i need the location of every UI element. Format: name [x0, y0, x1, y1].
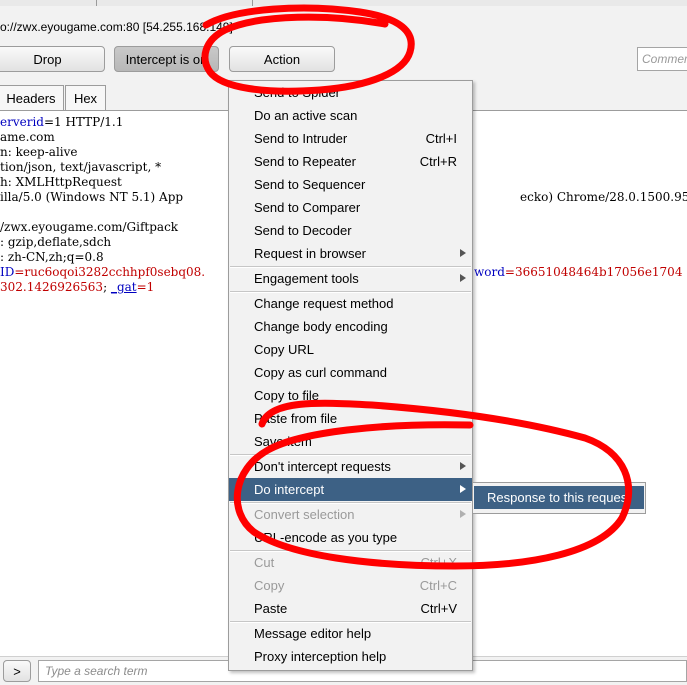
menu-item-label: Cut: [254, 555, 275, 570]
menu-item-send-to-decoder[interactable]: Send to Decoder: [229, 219, 472, 242]
comment-field[interactable]: Comment: [637, 47, 687, 71]
menu-item-message-editor-help[interactable]: Message editor help: [229, 622, 472, 645]
menu-item-send-to-intruder[interactable]: Send to Intruder Ctrl+I: [229, 127, 472, 150]
request-target-host: o://zwx.eyougame.com:80 [54.255.168.149]: [0, 20, 233, 34]
menu-item-label: Copy URL: [254, 342, 314, 357]
menu-item-copy[interactable]: Copy Ctrl+C: [229, 574, 472, 597]
menu-item-active-scan[interactable]: Do an active scan: [229, 104, 472, 127]
menu-item-label: Change request method: [254, 296, 394, 311]
param-name: ID: [0, 265, 15, 279]
intercept-toolbar: Drop Intercept is on Action Comment: [0, 42, 687, 82]
menu-item-label: Send to Spider: [254, 85, 341, 100]
param-value: =1: [136, 280, 155, 294]
header-line: tion/json, text/javascript, *: [0, 160, 162, 174]
submenu-arrow-icon: [460, 510, 466, 518]
menu-item-save-item[interactable]: Save item: [229, 430, 472, 453]
menu-item-convert-selection[interactable]: Convert selection: [229, 503, 472, 526]
menu-item-send-to-sequencer[interactable]: Send to Sequencer: [229, 173, 472, 196]
menu-item-label: Paste from file: [254, 411, 338, 426]
shortcut-label: Ctrl+X: [420, 555, 457, 570]
menu-item-label: Do an active scan: [254, 108, 358, 123]
shortcut-label: Ctrl+V: [420, 601, 457, 616]
menu-item-label: Request in browser: [254, 246, 366, 261]
shortcut-label: Ctrl+C: [419, 578, 457, 593]
param-name: _gat: [110, 280, 137, 294]
menu-item-label: Send to Decoder: [254, 223, 352, 238]
do-intercept-submenu: Response to this request: [472, 482, 646, 514]
menu-item-label: Do intercept: [254, 482, 325, 497]
menu-item-send-to-comparer[interactable]: Send to Comparer: [229, 196, 472, 219]
menu-item-copy-url[interactable]: Copy URL: [229, 338, 472, 361]
header-line: : gzip,deflate,sdch: [0, 235, 112, 249]
tab-hex[interactable]: Hex: [65, 85, 106, 110]
header-text: illa/5.0 (Windows NT 5.1) App: [0, 190, 184, 204]
drop-button[interactable]: Drop: [0, 46, 105, 72]
menu-item-change-body-encoding[interactable]: Change body encoding: [229, 315, 472, 338]
action-context-menu: Send to Spider Do an active scan Send to…: [228, 80, 473, 671]
menu-item-label: Proxy interception help: [254, 649, 387, 664]
menu-item-send-to-repeater[interactable]: Send to Repeater Ctrl+R: [229, 150, 472, 173]
separator-text: ;: [103, 280, 111, 294]
menu-item-label: Convert selection: [254, 507, 355, 522]
menu-item-label: Change body encoding: [254, 319, 388, 334]
submenu-arrow-icon: [460, 462, 466, 470]
menu-item-dont-intercept[interactable]: Don't intercept requests: [229, 455, 472, 478]
menu-item-change-request-method[interactable]: Change request method: [229, 292, 472, 315]
header-line: illa/5.0 (Windows NT 5.1) App ecko) Chrom…: [0, 190, 687, 205]
menu-item-url-encode[interactable]: URL-encode as you type: [229, 526, 472, 549]
menu-item-cut[interactable]: Cut Ctrl+X: [229, 551, 472, 574]
menu-item-engagement-tools[interactable]: Engagement tools: [229, 267, 472, 290]
header-text: ecko) Chrome/28.0.1500.95 S: [520, 190, 687, 204]
request-line-text: =1 HTTP/1.1: [43, 115, 124, 129]
target-bar: o://zwx.eyougame.com:80 [54.255.168.149]: [0, 6, 687, 43]
menu-item-copy-as-curl[interactable]: Copy as curl command: [229, 361, 472, 384]
menu-item-label: Send to Repeater: [254, 154, 356, 169]
menu-item-label: Don't intercept requests: [254, 459, 391, 474]
next-button[interactable]: >: [3, 660, 31, 682]
header-line: h: XMLHttpRequest: [0, 175, 122, 189]
header-line: : zh-CN,zh;q=0.8: [0, 250, 104, 264]
menu-item-label: URL-encode as you type: [254, 530, 398, 545]
menu-item-request-in-browser[interactable]: Request in browser: [229, 242, 472, 265]
shortcut-label: Ctrl+I: [425, 131, 457, 146]
menu-item-label: Save item: [254, 434, 312, 449]
param-name: word: [474, 265, 505, 279]
shortcut-label: Ctrl+R: [419, 154, 457, 169]
menu-item-label: Message editor help: [254, 626, 372, 641]
menu-item-paste-from-file[interactable]: Paste from file: [229, 407, 472, 430]
request-line: erverid=1 HTTP/1.1: [0, 115, 123, 130]
submenu-arrow-icon: [460, 485, 466, 493]
menu-item-label: Copy: [254, 578, 285, 593]
action-button[interactable]: Action: [229, 46, 335, 72]
submenu-item-response-to-request[interactable]: Response to this request: [474, 486, 644, 509]
tab-headers[interactable]: Headers: [0, 85, 64, 110]
menu-item-label: Copy to file: [254, 388, 320, 403]
param-value: =36651048464b17056e1704: [504, 265, 683, 279]
menu-item-label: Send to Sequencer: [254, 177, 366, 192]
menu-item-proxy-interception-help[interactable]: Proxy interception help: [229, 645, 472, 668]
menu-item-copy-to-file[interactable]: Copy to file: [229, 384, 472, 407]
menu-item-paste[interactable]: Paste Ctrl+V: [229, 597, 472, 620]
header-line: ame.com: [0, 130, 55, 144]
submenu-arrow-icon: [460, 274, 466, 282]
param-value: =ruc6oqoi3282cchhpf0sebq08.: [14, 265, 206, 279]
intercept-toggle-button[interactable]: Intercept is on: [114, 46, 219, 72]
menu-item-label: Paste: [254, 601, 288, 616]
menu-item-send-to-spider[interactable]: Send to Spider: [229, 81, 472, 104]
submenu-arrow-icon: [460, 249, 466, 257]
menu-item-label: Copy as curl command: [254, 365, 387, 380]
param-value: 302.1426926563: [0, 280, 104, 294]
header-line: /zwx.eyougame.com/Giftpack: [0, 220, 179, 234]
cookie-line: ID=ruc6oqoi3282cchhpf0sebq08. word=366510…: [0, 265, 682, 280]
menu-item-label: Send to Intruder: [254, 131, 348, 146]
menu-item-do-intercept[interactable]: Do intercept: [229, 478, 472, 501]
param-name: erverid: [0, 115, 44, 129]
cookie-line: 302.1426926563; _gat=1: [0, 280, 154, 295]
header-line: n: keep-alive: [0, 145, 78, 159]
menu-item-label: Send to Comparer: [254, 200, 361, 215]
menu-item-label: Engagement tools: [254, 271, 359, 286]
